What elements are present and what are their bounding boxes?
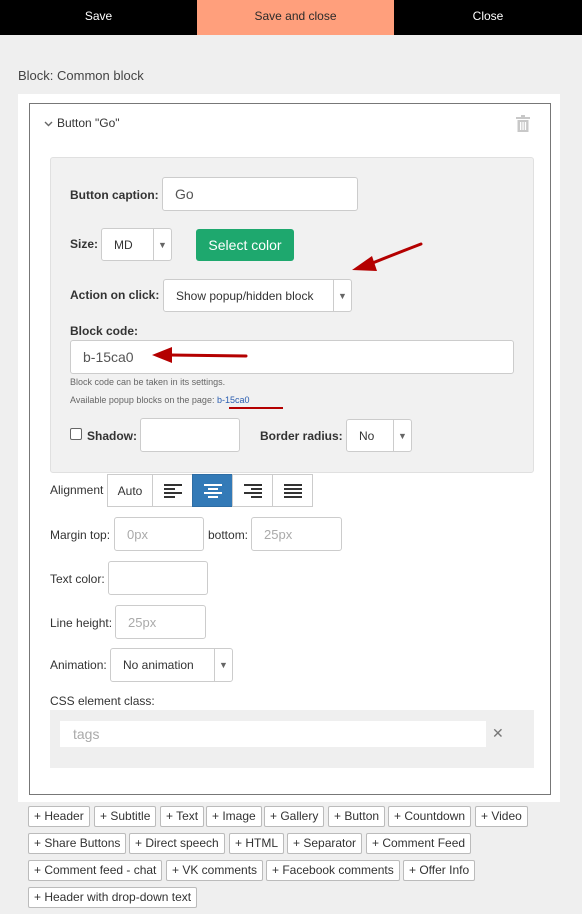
align-justify-button[interactable] bbox=[272, 474, 313, 507]
line-height-label: Line height: bbox=[50, 616, 113, 630]
align-justify-icon bbox=[283, 483, 302, 498]
text-color-label: Text color: bbox=[50, 572, 105, 586]
dropdown-arrow-icon: ▼ bbox=[153, 229, 171, 260]
add-vk-comments-button[interactable]: + VK comments bbox=[166, 860, 264, 881]
border-radius-label: Border radius: bbox=[260, 429, 343, 443]
margin-top-label: Margin top: bbox=[50, 528, 111, 542]
add-offer-info-button[interactable]: + Offer Info bbox=[403, 860, 476, 881]
block-code-hint: Block code can be taken in its settings. bbox=[70, 377, 226, 387]
css-class-label: CSS element class: bbox=[50, 694, 155, 708]
clear-tags-icon[interactable]: ✕ bbox=[492, 725, 504, 742]
add-countdown-button[interactable]: + Countdown bbox=[388, 806, 472, 827]
block-code-input[interactable]: b-15ca0 bbox=[70, 340, 514, 374]
margin-bottom-input[interactable]: 25px bbox=[251, 517, 342, 551]
align-center-icon bbox=[203, 483, 222, 498]
save-and-close-button[interactable]: Save and close bbox=[197, 0, 394, 35]
align-right-icon bbox=[243, 483, 262, 498]
available-blocks-text: Available popup blocks on the page: bbox=[70, 395, 215, 405]
add-separator-button[interactable]: + Separator bbox=[287, 833, 363, 854]
top-toolbar: Save Save and close Close bbox=[0, 0, 582, 35]
border-radius-value: No bbox=[359, 428, 375, 443]
line-height-input[interactable]: 25px bbox=[115, 605, 206, 639]
dropdown-arrow-icon: ▼ bbox=[214, 649, 232, 681]
add-subtitle-button[interactable]: + Subtitle bbox=[94, 806, 157, 827]
add-comment-feed-button[interactable]: + Comment Feed bbox=[366, 833, 472, 854]
action-select[interactable]: Show popup/hidden block ▼ bbox=[163, 279, 352, 312]
margin-top-input[interactable]: 0px bbox=[114, 517, 204, 551]
size-value: MD bbox=[114, 237, 133, 252]
element-title: Button "Go" bbox=[57, 116, 120, 130]
add-direct-speech-button[interactable]: + Direct speech bbox=[129, 833, 225, 854]
add-share-buttons-button[interactable]: + Share Buttons bbox=[28, 833, 127, 854]
annotation-underline bbox=[229, 407, 283, 409]
close-button[interactable]: Close bbox=[394, 0, 582, 35]
available-blocks-hint: Available popup blocks on the page: b-15… bbox=[70, 395, 250, 405]
action-label: Action on click: bbox=[70, 288, 160, 302]
dropdown-arrow-icon: ▼ bbox=[333, 280, 351, 311]
save-button[interactable]: Save bbox=[0, 0, 197, 35]
action-value: Show popup/hidden block bbox=[176, 288, 314, 303]
add-html-button[interactable]: + HTML bbox=[229, 833, 285, 854]
block-title: Block: Common block bbox=[18, 68, 144, 83]
text-color-input[interactable] bbox=[108, 561, 208, 595]
add-gallery-button[interactable]: + Gallery bbox=[264, 806, 325, 827]
align-auto-button[interactable]: Auto bbox=[107, 474, 153, 507]
trash-icon[interactable] bbox=[516, 115, 532, 133]
shadow-checkbox[interactable] bbox=[70, 428, 82, 440]
animation-label: Animation: bbox=[50, 658, 107, 672]
popup-block-link[interactable]: b-15ca0 bbox=[217, 395, 250, 405]
size-select[interactable]: MD ▼ bbox=[101, 228, 172, 261]
align-auto-label: Auto bbox=[117, 483, 143, 498]
add-text-button[interactable]: + Text bbox=[160, 806, 205, 827]
element-header[interactable]: Button "Go" bbox=[44, 116, 120, 130]
margin-bottom-label: bottom: bbox=[208, 528, 249, 542]
shadow-label: Shadow: bbox=[87, 429, 137, 443]
shadow-input[interactable] bbox=[140, 418, 240, 452]
block-code-label: Block code: bbox=[70, 324, 139, 338]
align-center-button[interactable] bbox=[192, 474, 233, 507]
add-video-button[interactable]: + Video bbox=[475, 806, 528, 827]
add-image-button[interactable]: + Image bbox=[206, 806, 262, 827]
alignment-label: Alignment bbox=[50, 483, 104, 497]
add-facebook-comments-button[interactable]: + Facebook comments bbox=[266, 860, 400, 881]
tags-input[interactable]: tags bbox=[60, 721, 486, 747]
animation-select[interactable]: No animation ▼ bbox=[110, 648, 233, 682]
align-right-button[interactable] bbox=[232, 474, 273, 507]
align-left-button[interactable] bbox=[152, 474, 193, 507]
border-radius-select[interactable]: No ▼ bbox=[346, 419, 412, 452]
chevron-down-icon[interactable] bbox=[44, 119, 53, 130]
add-header-button[interactable]: + Header bbox=[28, 806, 90, 827]
add-header-dropdown-text-button[interactable]: + Header with drop-down text bbox=[28, 887, 198, 908]
caption-input[interactable]: Go bbox=[162, 177, 358, 211]
animation-value: No animation bbox=[123, 658, 194, 672]
caption-label: Button caption: bbox=[70, 188, 159, 202]
align-left-icon bbox=[163, 483, 182, 498]
select-color-button[interactable]: Select color bbox=[196, 229, 294, 261]
alignment-group: Auto bbox=[107, 474, 313, 507]
dropdown-arrow-icon: ▼ bbox=[393, 420, 411, 451]
add-comment-feed-chat-button[interactable]: + Comment feed - chat bbox=[28, 860, 163, 881]
add-button-button[interactable]: + Button bbox=[328, 806, 386, 827]
size-label: Size: bbox=[70, 237, 99, 251]
